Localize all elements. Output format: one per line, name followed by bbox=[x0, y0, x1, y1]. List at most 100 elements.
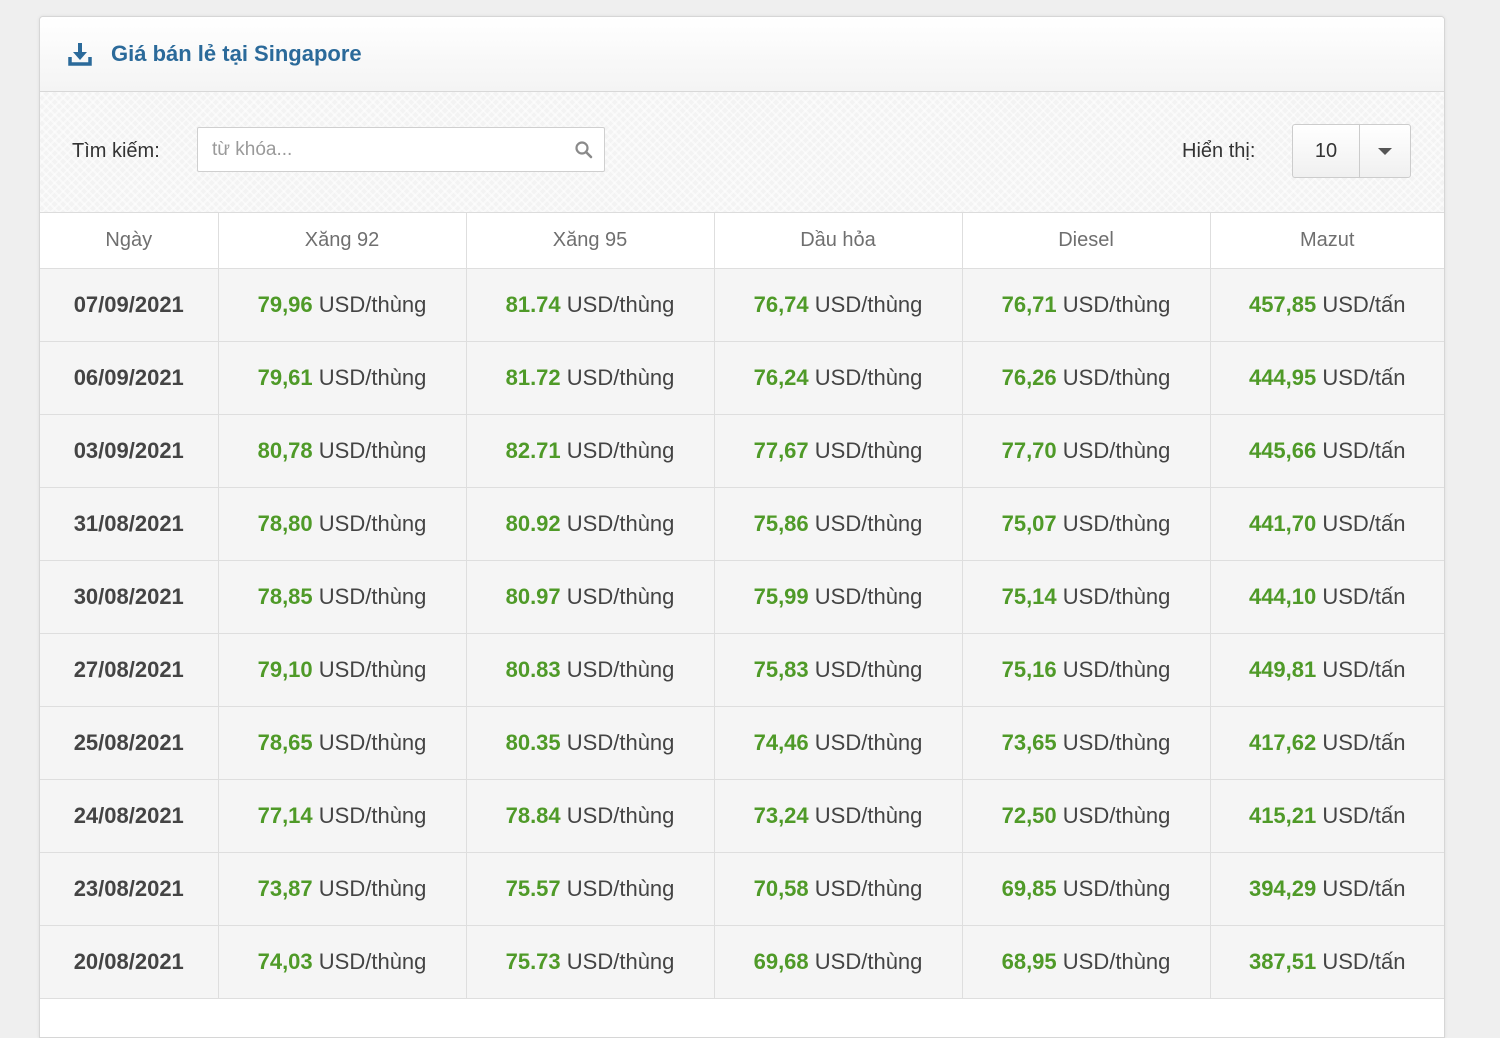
header-dau-hoa[interactable]: Dầu hỏa bbox=[714, 213, 963, 269]
price-value: 69,68 bbox=[753, 949, 809, 974]
price-value: 457,85 bbox=[1248, 292, 1317, 317]
price-unit: USD/thùng bbox=[1062, 730, 1171, 755]
search-icon[interactable] bbox=[574, 140, 594, 160]
price-unit: USD/tấn bbox=[1322, 511, 1406, 536]
price-unit: USD/thùng bbox=[318, 365, 427, 390]
header-date[interactable]: Ngày bbox=[40, 213, 219, 269]
price-value: 80.35 bbox=[505, 730, 561, 755]
price-unit: USD/thùng bbox=[814, 292, 923, 317]
cell-mazut: 415,21 USD/tấn bbox=[1210, 779, 1444, 853]
header-xang-95[interactable]: Xăng 95 bbox=[466, 213, 715, 269]
caret-down-icon[interactable] bbox=[1360, 125, 1410, 177]
price-unit: USD/thùng bbox=[566, 657, 675, 682]
price-value: 415,21 bbox=[1248, 803, 1317, 828]
cell-date: 30/08/2021 bbox=[40, 560, 219, 634]
price-unit: USD/tấn bbox=[1322, 876, 1406, 901]
cell-xang-92: 78,85 USD/thùng bbox=[218, 560, 467, 634]
price-unit: USD/thùng bbox=[566, 292, 675, 317]
price-value: 74,03 bbox=[257, 949, 313, 974]
price-value: 80,78 bbox=[257, 438, 313, 463]
price-value: 75.57 bbox=[505, 876, 561, 901]
price-unit: USD/thùng bbox=[814, 876, 923, 901]
price-value: 72,50 bbox=[1001, 803, 1057, 828]
price-value: 70,58 bbox=[753, 876, 809, 901]
price-unit: USD/thùng bbox=[318, 657, 427, 682]
header-mazut[interactable]: Mazut bbox=[1210, 213, 1444, 269]
cell-xang-95: 75.57 USD/thùng bbox=[466, 852, 715, 926]
cell-xang-95: 78.84 USD/thùng bbox=[466, 779, 715, 853]
price-value: 75,07 bbox=[1001, 511, 1057, 536]
cell-dau-hoa: 76,24 USD/thùng bbox=[714, 341, 963, 415]
price-value: 79,61 bbox=[257, 365, 313, 390]
cell-dau-hoa: 76,74 USD/thùng bbox=[714, 268, 963, 342]
header-diesel[interactable]: Diesel bbox=[962, 213, 1211, 269]
cell-dau-hoa: 75,99 USD/thùng bbox=[714, 560, 963, 634]
table-row: 06/09/2021 79,61 USD/thùng 81.72 USD/thùng… bbox=[40, 341, 1444, 415]
cell-xang-92: 79,10 USD/thùng bbox=[218, 633, 467, 707]
page-size-select[interactable]: 10 bbox=[1292, 124, 1411, 178]
price-unit: USD/thùng bbox=[1062, 876, 1171, 901]
cell-xang-95: 81.74 USD/thùng bbox=[466, 268, 715, 342]
table-header-row: Ngày Xăng 92 Xăng 95 Dầu hỏa Diesel Mazu… bbox=[40, 213, 1444, 269]
price-value: 68,95 bbox=[1001, 949, 1057, 974]
price-unit: USD/thùng bbox=[318, 876, 427, 901]
cell-mazut: 394,29 USD/tấn bbox=[1210, 852, 1444, 926]
header-xang-92[interactable]: Xăng 92 bbox=[218, 213, 467, 269]
panel-title: Giá bán lẻ tại Singapore bbox=[111, 41, 362, 66]
price-value: 76,71 bbox=[1001, 292, 1057, 317]
price-value: 75,16 bbox=[1001, 657, 1057, 682]
cell-dau-hoa: 69,68 USD/thùng bbox=[714, 925, 963, 999]
table-body: 07/09/2021 79,96 USD/thùng 81.74 USD/thùng… bbox=[40, 268, 1444, 999]
cell-xang-95: 81.72 USD/thùng bbox=[466, 341, 715, 415]
price-value: 78.84 bbox=[505, 803, 561, 828]
price-unit: USD/thùng bbox=[814, 365, 923, 390]
price-unit: USD/thùng bbox=[1062, 949, 1171, 974]
price-value: 445,66 bbox=[1248, 438, 1317, 463]
price-panel: Giá bán lẻ tại Singapore Tìm kiếm: Hiển … bbox=[39, 16, 1445, 1038]
price-value: 76,26 bbox=[1001, 365, 1057, 390]
price-value: 77,67 bbox=[753, 438, 809, 463]
cell-diesel: 75,14 USD/thùng bbox=[962, 560, 1211, 634]
price-unit: USD/thùng bbox=[1062, 292, 1171, 317]
cell-diesel: 77,70 USD/thùng bbox=[962, 414, 1211, 488]
price-value: 82.71 bbox=[505, 438, 561, 463]
table-row: 31/08/2021 78,80 USD/thùng 80.92 USD/thùng… bbox=[40, 487, 1444, 561]
download-icon[interactable] bbox=[67, 41, 93, 67]
price-value: 77,70 bbox=[1001, 438, 1057, 463]
price-unit: USD/tấn bbox=[1322, 949, 1406, 974]
cell-mazut: 457,85 USD/tấn bbox=[1210, 268, 1444, 342]
panel-header: Giá bán lẻ tại Singapore bbox=[40, 17, 1444, 92]
price-unit: USD/thùng bbox=[566, 803, 675, 828]
price-unit: USD/thùng bbox=[318, 803, 427, 828]
price-unit: USD/tấn bbox=[1322, 292, 1406, 317]
table-toolbar: Tìm kiếm: Hiển thị: 10 bbox=[40, 92, 1444, 213]
price-value: 79,10 bbox=[257, 657, 313, 682]
price-unit: USD/thùng bbox=[814, 803, 923, 828]
cell-xang-95: 82.71 USD/thùng bbox=[466, 414, 715, 488]
cell-xang-95: 75.73 USD/thùng bbox=[466, 925, 715, 999]
cell-dau-hoa: 77,67 USD/thùng bbox=[714, 414, 963, 488]
cell-dau-hoa: 70,58 USD/thùng bbox=[714, 852, 963, 926]
search-input[interactable] bbox=[198, 128, 558, 171]
cell-date: 23/08/2021 bbox=[40, 852, 219, 926]
cell-mazut: 444,95 USD/tấn bbox=[1210, 341, 1444, 415]
table-row: 03/09/2021 80,78 USD/thùng 82.71 USD/thùng… bbox=[40, 414, 1444, 488]
cell-xang-95: 80.83 USD/thùng bbox=[466, 633, 715, 707]
cell-diesel: 73,65 USD/thùng bbox=[962, 706, 1211, 780]
cell-mazut: 444,10 USD/tấn bbox=[1210, 560, 1444, 634]
price-table: Ngày Xăng 92 Xăng 95 Dầu hỏa Diesel Mazu… bbox=[40, 213, 1444, 999]
price-value: 69,85 bbox=[1001, 876, 1057, 901]
price-value: 394,29 bbox=[1248, 876, 1317, 901]
price-unit: USD/thùng bbox=[814, 730, 923, 755]
price-value: 444,95 bbox=[1248, 365, 1317, 390]
price-unit: USD/tấn bbox=[1322, 584, 1406, 609]
price-value: 75,83 bbox=[753, 657, 809, 682]
price-value: 75,14 bbox=[1001, 584, 1057, 609]
price-unit: USD/thùng bbox=[1062, 584, 1171, 609]
price-unit: USD/thùng bbox=[1062, 657, 1171, 682]
cell-diesel: 75,07 USD/thùng bbox=[962, 487, 1211, 561]
price-value: 80.83 bbox=[505, 657, 561, 682]
cell-dau-hoa: 75,83 USD/thùng bbox=[714, 633, 963, 707]
cell-xang-92: 79,61 USD/thùng bbox=[218, 341, 467, 415]
price-value: 387,51 bbox=[1248, 949, 1317, 974]
